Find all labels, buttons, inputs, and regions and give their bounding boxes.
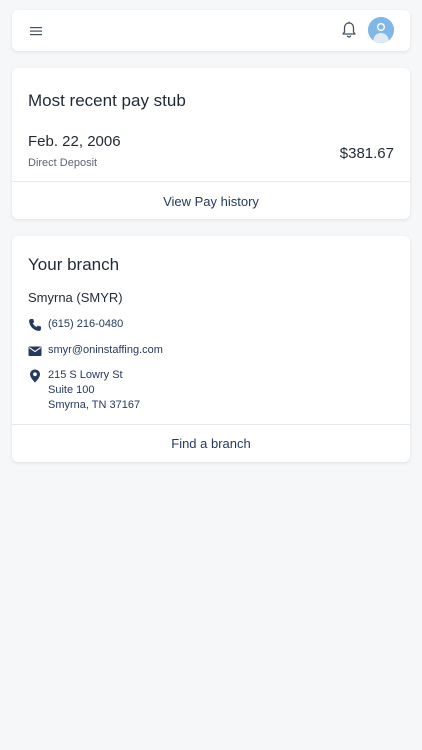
mail-icon	[28, 346, 42, 356]
branch-address-line3: Smyrna, TN 37167	[48, 399, 141, 411]
branch-address-line2: Suite 100	[48, 384, 95, 396]
hamburger-menu-icon[interactable]	[30, 24, 42, 36]
view-pay-history-link[interactable]: View Pay history	[12, 194, 410, 209]
user-avatar-icon[interactable]	[368, 17, 394, 43]
top-bar	[12, 10, 410, 51]
pay-amount: $381.67	[339, 145, 394, 162]
card-divider	[12, 424, 410, 425]
pay-stub-card: Most recent pay stub Feb. 22, 2006 Direc…	[12, 68, 410, 219]
branch-phone-row[interactable]: (615) 216-0480	[28, 317, 123, 332]
branch-address-row[interactable]: 215 S Lowry St Suite 100 Smyrna, TN 3716…	[28, 368, 140, 413]
branch-phone[interactable]: (615) 216-0480	[48, 317, 123, 332]
branch-address-line1: 215 S Lowry St	[48, 369, 123, 381]
pay-method: Direct Deposit	[28, 157, 98, 169]
bell-icon[interactable]	[341, 21, 357, 39]
branch-card: Your branch Smyrna (SMYR) (615) 216-0480…	[12, 236, 410, 462]
phone-icon	[29, 319, 41, 331]
branch-title: Your branch	[28, 255, 120, 274]
pay-date: Feb. 22, 2006	[28, 133, 121, 150]
location-pin-icon	[30, 369, 40, 383]
card-divider	[12, 181, 410, 182]
pay-stub-title: Most recent pay stub	[28, 91, 186, 110]
branch-name: Smyrna (SMYR)	[28, 290, 123, 305]
branch-email-row[interactable]: smyr@oninstaffing.com	[28, 343, 163, 358]
branch-email[interactable]: smyr@oninstaffing.com	[48, 343, 163, 358]
find-branch-link[interactable]: Find a branch	[12, 436, 410, 451]
